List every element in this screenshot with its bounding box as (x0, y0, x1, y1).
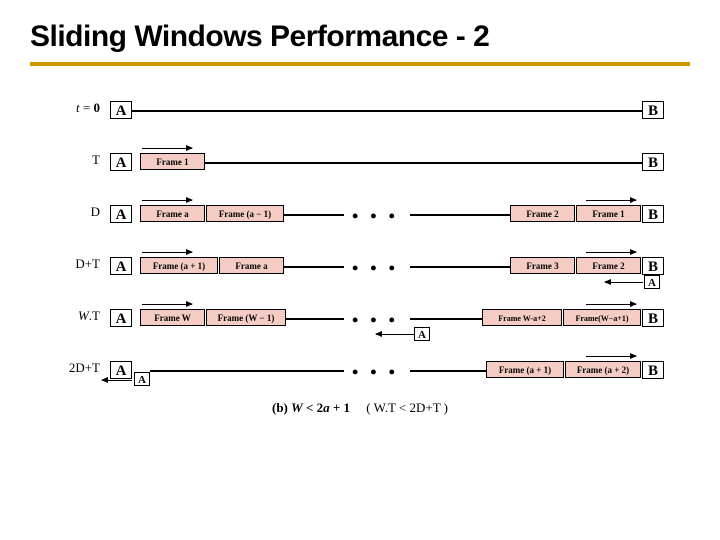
arrow-left (102, 380, 132, 381)
node-A: A (110, 309, 132, 327)
time-label-2DT: 2D+T (30, 360, 100, 376)
ack-A: A (414, 327, 430, 341)
frame-3: Frame 3 (510, 257, 575, 274)
arrow-right (586, 356, 636, 357)
ack-A: A (644, 275, 660, 289)
frame-1: Frame 1 (576, 205, 641, 222)
node-B: B (642, 257, 664, 275)
ellipsis-dots: ••• (352, 310, 407, 331)
link-line (410, 266, 510, 268)
frame-a-plus-1: Frame (a + 1) (486, 361, 564, 378)
frame-W: Frame W (140, 309, 205, 326)
frame-a-minus-1: Frame (a − 1) (206, 205, 284, 222)
node-B: B (642, 153, 664, 171)
node-A: A (110, 205, 132, 223)
link-line (132, 110, 642, 112)
link-line (150, 370, 344, 372)
caption-inequality: W < 2a + 1 (291, 400, 350, 415)
link-line (284, 266, 344, 268)
arrow-right (142, 200, 192, 201)
time-label-DT: D+T (30, 256, 100, 272)
link-line (410, 318, 482, 320)
caption-paren: ( W.T < 2D+T ) (366, 400, 448, 415)
caption-label: (b) (272, 400, 288, 415)
frame-W-a-plus-2: Frame W-a+2 (482, 309, 562, 326)
ack-A: A (134, 372, 150, 386)
link-line (410, 214, 510, 216)
frame-a: Frame a (140, 205, 205, 222)
link-line (284, 214, 344, 216)
node-B: B (642, 361, 664, 379)
ellipsis-dots: ••• (352, 206, 407, 227)
arrow-left (376, 334, 414, 335)
ellipsis-dots: ••• (352, 258, 407, 279)
node-A: A (110, 153, 132, 171)
arrow-right (142, 252, 192, 253)
frame-a-plus-2: Frame (a + 2) (565, 361, 641, 378)
ellipsis-dots: ••• (352, 362, 407, 383)
caption: (b) W < 2a + 1 ( W.T < 2D+T ) (30, 400, 690, 416)
time-label-WT: W.T (30, 308, 100, 324)
node-B: B (642, 309, 664, 327)
frame-W-a-plus-1: Frame(W−a+1) (563, 309, 641, 326)
frame-2: Frame 2 (576, 257, 641, 274)
link-line (205, 162, 642, 164)
time-label-D: D (30, 204, 100, 220)
row-DT: D+T A Frame (a + 1) Frame a ••• Frame 3 … (30, 242, 690, 288)
arrow-right (142, 148, 192, 149)
node-A: A (110, 361, 132, 379)
frame-a: Frame a (219, 257, 284, 274)
link-line (286, 318, 344, 320)
page-title: Sliding Windows Performance - 2 (30, 20, 690, 66)
row-D: D A Frame a Frame (a − 1) ••• Frame 2 Fr… (30, 190, 690, 236)
node-B: B (642, 205, 664, 223)
arrow-right (586, 304, 636, 305)
row-T: T A Frame 1 B (30, 138, 690, 184)
time-label-t0: t = 0 (30, 100, 100, 116)
arrow-right (586, 200, 636, 201)
timing-diagram: t = 0 A B T A Frame 1 B D A Frame a Fram… (30, 86, 690, 392)
frame-W-minus-1: Frame (W − 1) (206, 309, 286, 326)
frame-1: Frame 1 (140, 153, 205, 170)
frame-2: Frame 2 (510, 205, 575, 222)
arrow-right (142, 304, 192, 305)
arrow-left (605, 282, 643, 283)
link-line (410, 370, 486, 372)
node-A: A (110, 257, 132, 275)
row-2DT: 2D+T A A ••• Frame (a + 1) Frame (a + 2)… (30, 346, 690, 392)
node-A: A (110, 101, 132, 119)
row-t0: t = 0 A B (30, 86, 690, 132)
node-B: B (642, 101, 664, 119)
frame-a-plus-1: Frame (a + 1) (140, 257, 218, 274)
row-WT: W.T A Frame W Frame (W − 1) ••• Frame W-… (30, 294, 690, 340)
arrow-right (586, 252, 636, 253)
time-label-T: T (30, 152, 100, 168)
